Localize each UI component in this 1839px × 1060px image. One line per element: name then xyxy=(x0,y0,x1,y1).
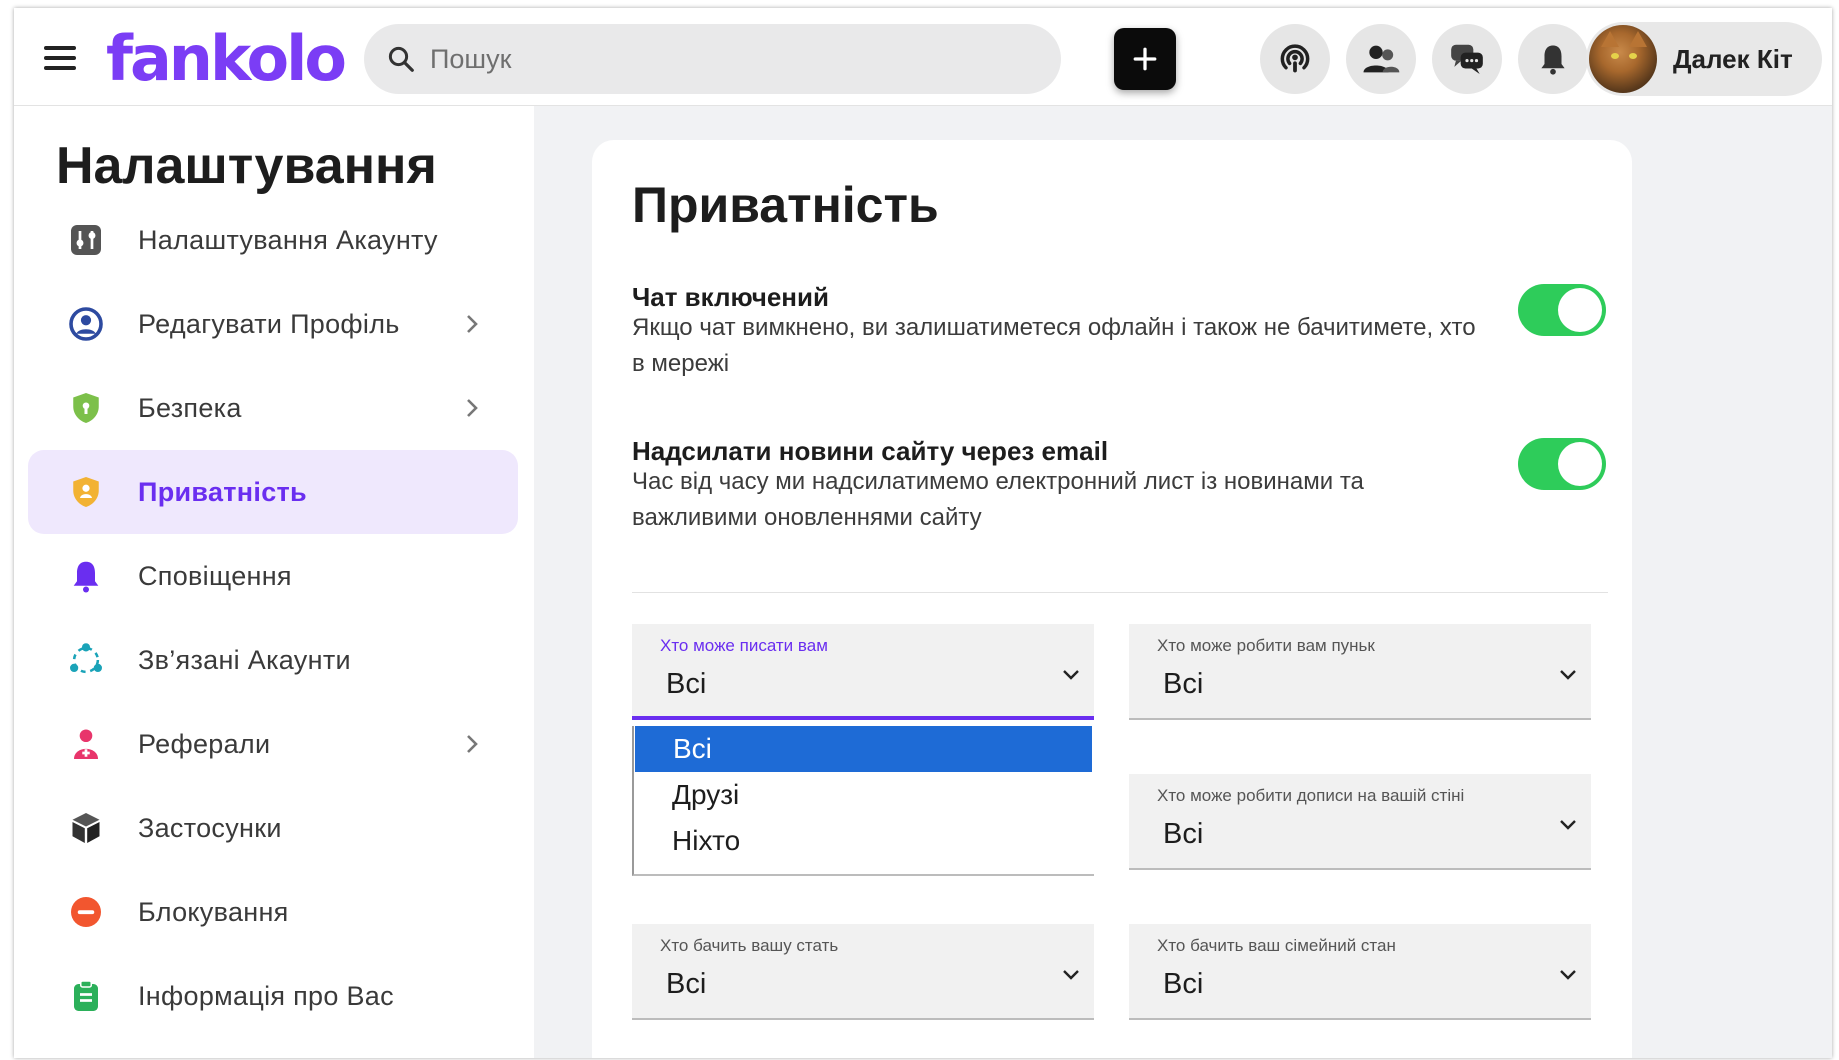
sidebar-item-label: Редагувати Профіль xyxy=(138,308,400,339)
divider xyxy=(632,592,1608,593)
email-news-title: Надсилати новини сайту через email xyxy=(632,436,1109,466)
notifications-button[interactable] xyxy=(1518,24,1588,94)
chevron-right-icon xyxy=(462,732,482,761)
select-label: Хто бачить ваш сімейний стан xyxy=(1157,936,1396,955)
user-circle-icon xyxy=(66,304,106,344)
settings-sidebar: Налаштування Налаштування Акаунту Редагу… xyxy=(14,106,534,1058)
sidebar-item-privacy[interactable]: Приватність xyxy=(28,450,518,534)
sidebar-title: Налаштування xyxy=(56,137,437,195)
plus-icon xyxy=(1133,47,1157,71)
select-value: Всі xyxy=(1163,968,1204,1000)
chevron-down-icon xyxy=(1063,970,1079,980)
podcast-button[interactable] xyxy=(1260,24,1330,94)
user-plus-icon xyxy=(66,724,106,764)
chat-enabled-title: Чат включений xyxy=(632,282,829,312)
select-label: Хто може робити дописи на вашій стіні xyxy=(1157,786,1465,805)
messages-button[interactable] xyxy=(1432,24,1502,94)
email-news-toggle[interactable] xyxy=(1518,438,1606,490)
select-label: Хто бачить вашу стать xyxy=(660,936,839,955)
cube-icon xyxy=(66,808,106,848)
dropdown-option-friends[interactable]: Друзі xyxy=(634,772,1094,818)
top-bar: fankolo Далек Кіт xyxy=(14,8,1832,106)
logo[interactable]: fankolo xyxy=(106,22,347,95)
search-input[interactable] xyxy=(430,43,990,75)
dropdown-option-nobody[interactable]: Ніхто xyxy=(634,818,1094,864)
select-label: Хто може писати вам xyxy=(660,636,828,655)
sidebar-item-linked-accounts[interactable]: Зв’язані Акаунти xyxy=(28,618,518,702)
who-sees-gender-select[interactable]: Хто бачить вашу стать Всі xyxy=(632,924,1094,1020)
app-window: fankolo Далек Кіт Налаштування xyxy=(14,8,1832,1058)
sidebar-item-blocking[interactable]: Блокування xyxy=(28,870,518,954)
chevron-down-icon xyxy=(1063,670,1079,680)
shield-icon xyxy=(66,388,106,428)
bell-icon xyxy=(1541,45,1565,75)
friends-button[interactable] xyxy=(1346,24,1416,94)
sidebar-item-notifications[interactable]: Сповіщення xyxy=(28,534,518,618)
sidebar-item-label: Блокування xyxy=(138,896,289,927)
sidebar-item-label: Інформація про Вас xyxy=(138,980,394,1011)
who-can-message-select[interactable]: Хто може писати вам Всі xyxy=(632,624,1094,720)
sidebar-item-about-you[interactable]: Інформація про Вас xyxy=(28,954,518,1038)
sidebar-item-apps[interactable]: Застосунки xyxy=(28,786,518,870)
sidebar-item-label: Реферали xyxy=(138,728,271,759)
user-menu[interactable]: Далек Кіт xyxy=(1586,22,1822,96)
select-value: Всі xyxy=(1163,668,1204,700)
sliders-icon xyxy=(66,220,106,260)
select-value: Всі xyxy=(666,668,707,700)
sidebar-item-label: Сповіщення xyxy=(138,560,292,591)
email-news-description: Час від часу ми надсилатимемо електронни… xyxy=(632,468,1364,531)
sidebar-item-label: Зв’язані Акаунти xyxy=(138,644,351,675)
avatar[interactable] xyxy=(1589,25,1657,93)
chevron-right-icon xyxy=(462,312,482,341)
bell-icon xyxy=(66,556,106,596)
who-sees-relationship-select[interactable]: Хто бачить ваш сімейний стан Всі xyxy=(1129,924,1591,1020)
select-label: Хто може робити вам пуньк xyxy=(1157,636,1375,655)
chat-enabled-description: Якщо чат вимкнено, ви залишатиметеся офл… xyxy=(632,314,1476,377)
sidebar-item-referrals[interactable]: Реферали xyxy=(28,702,518,786)
who-can-poke-select[interactable]: Хто може робити вам пуньк Всі xyxy=(1129,624,1591,720)
chevron-down-icon xyxy=(1560,820,1576,830)
sidebar-item-label: Налаштування Акаунту xyxy=(138,224,438,255)
dropdown-list: Всі Друзі Ніхто xyxy=(632,726,1094,876)
page-title: Приватність xyxy=(632,177,939,233)
privacy-card: Приватність Чат включений Якщо чат вимкн… xyxy=(592,140,1632,1058)
sidebar-item-label: Застосунки xyxy=(138,812,282,843)
chevron-down-icon xyxy=(1560,670,1576,680)
search-icon xyxy=(388,46,414,72)
sidebar-item-label: Приватність xyxy=(138,476,307,507)
share-nodes-icon xyxy=(66,640,106,680)
minus-circle-icon xyxy=(66,892,106,932)
chat-enabled-toggle[interactable] xyxy=(1518,284,1606,336)
create-button[interactable] xyxy=(1114,28,1176,90)
who-can-post-on-wall-select[interactable]: Хто може робити дописи на вашій стіні Вс… xyxy=(1129,774,1591,870)
sidebar-item-edit-profile[interactable]: Редагувати Профіль xyxy=(28,282,518,366)
chevron-right-icon xyxy=(462,396,482,425)
chat-bubbles-icon xyxy=(1451,44,1483,75)
select-value: Всі xyxy=(666,968,707,1000)
chevron-down-icon xyxy=(1560,970,1576,980)
menu-icon[interactable] xyxy=(44,46,76,70)
sidebar-item-label: Безпека xyxy=(138,392,242,423)
search-bar[interactable] xyxy=(364,24,1061,94)
select-value: Всі xyxy=(1163,818,1204,850)
sidebar-item-account-settings[interactable]: Налаштування Акаунту xyxy=(28,198,518,282)
clipboard-icon xyxy=(66,976,106,1016)
privacy-shield-icon xyxy=(66,472,106,512)
dropdown-option-all[interactable]: Всі xyxy=(635,726,1092,772)
sidebar-item-security[interactable]: Безпека xyxy=(28,366,518,450)
users-icon xyxy=(1363,45,1400,73)
podcast-icon xyxy=(1280,44,1310,73)
user-name: Далек Кіт xyxy=(1673,43,1793,74)
